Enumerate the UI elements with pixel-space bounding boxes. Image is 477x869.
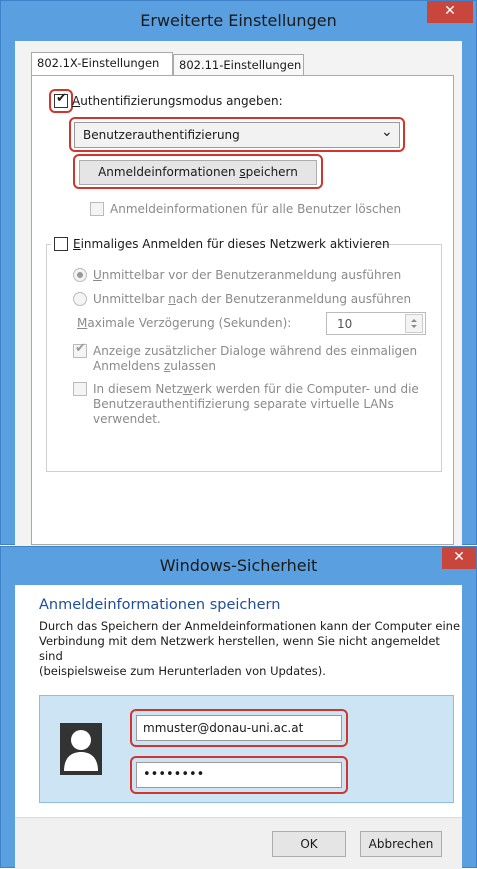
tab-8021x-label: 802.1X-Einstellungen: [37, 56, 160, 70]
highlight-username: [130, 709, 348, 747]
dialog-title: Erweiterte Einstellungen: [140, 11, 337, 30]
cancel-button[interactable]: Abbrechen: [360, 831, 442, 857]
highlight-save-button: [73, 154, 323, 189]
dialog-heading: Anmeldeinformationen speichern: [39, 597, 281, 613]
highlight-password: [130, 756, 348, 794]
close-icon: ✕: [444, 3, 456, 19]
separate-vlans-label-line1: In diesem Netzwerk werden für die Comput…: [93, 382, 419, 396]
dialog-title: Windows-Sicherheit: [159, 556, 318, 575]
close-icon: ✕: [453, 549, 465, 565]
ok-button-label: OK: [300, 837, 318, 851]
dialog-footer: OK Abbrechen: [15, 817, 462, 869]
ok-button[interactable]: OK: [272, 831, 346, 857]
windows-security-dialog: Windows-Sicherheit ✕ Anmeldeinformatione…: [0, 546, 477, 869]
tab-panel-8021x: ✔ Authentifizierungsmodus angeben: Benut…: [31, 75, 454, 545]
credential-tile: mmuster@donau-uni.ac.at ••••••••: [39, 695, 454, 803]
sso-label: Einmaliges Anmelden für dieses Netzwerk …: [73, 237, 390, 251]
title-bar: Erweiterte Einstellungen ✕: [1, 1, 476, 41]
max-delay-label: Maximale Verzögerung (Sekunden):: [77, 316, 292, 330]
sso-group-header: Einmaliges Anmelden für dieses Netzwerk …: [51, 234, 390, 254]
checkmark-icon: ✔: [75, 341, 86, 356]
max-delay-value: 10: [337, 317, 353, 331]
separate-vlans-checkbox[interactable]: [73, 382, 87, 396]
highlight-auth-select: [69, 117, 405, 152]
max-delay-stepper[interactable]: 10: [326, 312, 426, 335]
title-bar: Windows-Sicherheit ✕: [1, 547, 476, 585]
user-avatar-icon: [60, 723, 102, 775]
extra-dialogs-checkbox[interactable]: ✔: [73, 341, 87, 358]
radio-selected-dot: [77, 272, 83, 278]
cancel-button-label: Abbrechen: [368, 837, 434, 851]
highlight-auth-checkbox: [49, 89, 73, 113]
dialog-description: Durch das Speichern der Anmeldeinformati…: [39, 619, 462, 679]
sso-radio-before-logon[interactable]: [73, 268, 87, 282]
delete-credentials-checkbox[interactable]: [90, 202, 104, 216]
dialog-client-area: 802.1X-Einstellungen 802.11-Einstellunge…: [15, 41, 462, 546]
delete-credentials-label: Anmeldeinformationen für alle Benutzer l…: [110, 202, 402, 216]
description-line: Durch das Speichern der Anmeldeinformati…: [39, 619, 461, 633]
description-line: (beispielsweise zum Herunterladen von Up…: [39, 664, 326, 678]
sso-checkbox[interactable]: [54, 237, 68, 251]
separate-vlans-label-line3: verwendet.: [93, 412, 161, 426]
tab-8021x[interactable]: 802.1X-Einstellungen: [31, 52, 173, 76]
tab-80211-label: 802.11-Einstellungen: [179, 58, 302, 72]
close-button[interactable]: ✕: [442, 547, 476, 569]
sso-radio-before-label: Unmittelbar vor der Benutzeranmeldung au…: [93, 268, 402, 282]
dialog-client-area: Anmeldeinformationen speichern Durch das…: [15, 585, 462, 869]
sso-radio-after-label: Unmittelbar nach der Benutzeranmeldung a…: [93, 292, 412, 306]
extra-dialogs-label-line2: Anmeldens zulassen: [93, 359, 217, 373]
extra-dialogs-label-line1: Anzeige zusätzlicher Dialoge während des…: [93, 344, 418, 358]
separate-vlans-label-line2: Benutzerauthentifizierung separate virtu…: [93, 397, 394, 411]
description-line: Verbindung mit dem Netzwerk herstellen, …: [39, 634, 440, 663]
close-button[interactable]: ✕: [427, 1, 473, 23]
tab-80211[interactable]: 802.11-Einstellungen: [173, 54, 304, 76]
sso-radio-after-logon[interactable]: [73, 292, 87, 306]
auth-mode-label: Authentifizierungsmodus angeben:: [72, 94, 283, 108]
spin-arrows-icon[interactable]: [405, 314, 423, 333]
advanced-settings-dialog: Erweiterte Einstellungen ✕ 802.1X-Einste…: [0, 0, 477, 546]
